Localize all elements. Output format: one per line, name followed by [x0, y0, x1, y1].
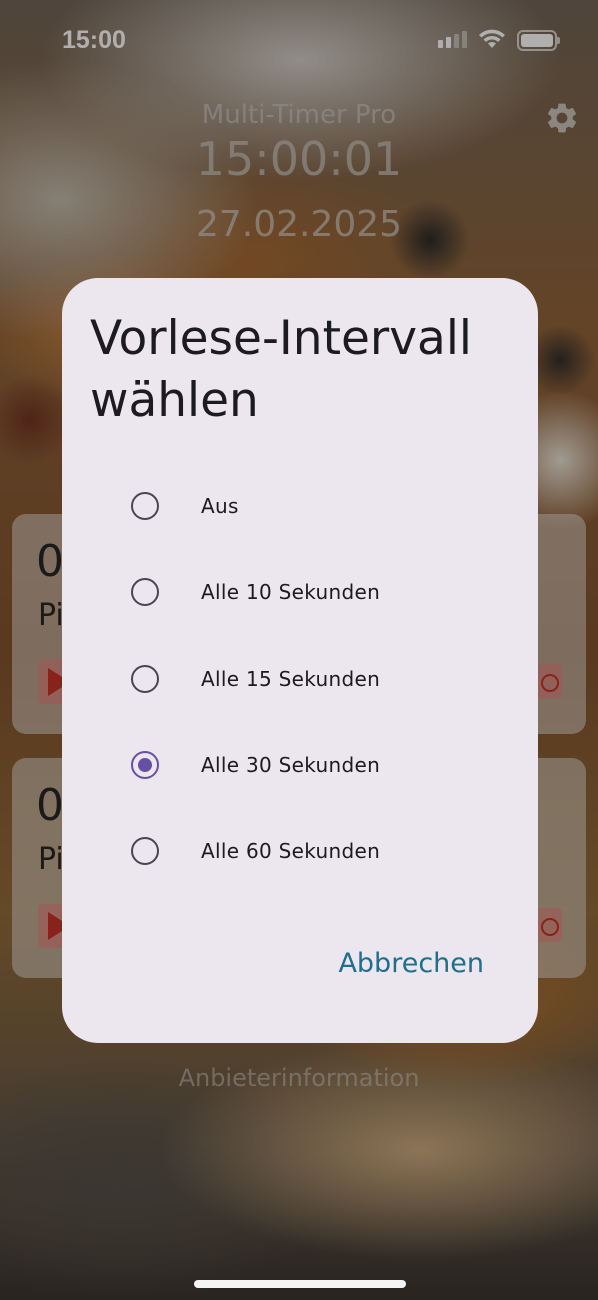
cancel-button[interactable]: Abbrechen — [338, 948, 484, 979]
dialog-title: Vorlese-Intervall wählen — [90, 311, 472, 428]
radio-button[interactable] — [131, 492, 159, 520]
home-indicator[interactable] — [194, 1280, 406, 1288]
interval-dialog: Vorlese-Intervall wählen Aus Alle 10 Sek… — [62, 278, 538, 1043]
option-label: Alle 60 Sekunden — [201, 839, 381, 863]
option-aus[interactable]: Aus — [62, 471, 538, 541]
radio-button[interactable] — [131, 578, 159, 606]
radio-button[interactable] — [131, 665, 159, 693]
option-label: Alle 30 Sekunden — [201, 753, 381, 777]
option-60-seconds[interactable]: Alle 60 Sekunden — [62, 816, 538, 886]
option-label: Alle 15 Sekunden — [201, 667, 381, 691]
option-10-seconds[interactable]: Alle 10 Sekunden — [62, 557, 538, 627]
option-15-seconds[interactable]: Alle 15 Sekunden — [62, 644, 538, 714]
radio-button-selected[interactable] — [131, 751, 159, 779]
option-30-seconds[interactable]: Alle 30 Sekunden — [62, 730, 538, 800]
option-label: Alle 10 Sekunden — [201, 580, 381, 604]
radio-button[interactable] — [131, 837, 159, 865]
option-label: Aus — [201, 494, 239, 518]
